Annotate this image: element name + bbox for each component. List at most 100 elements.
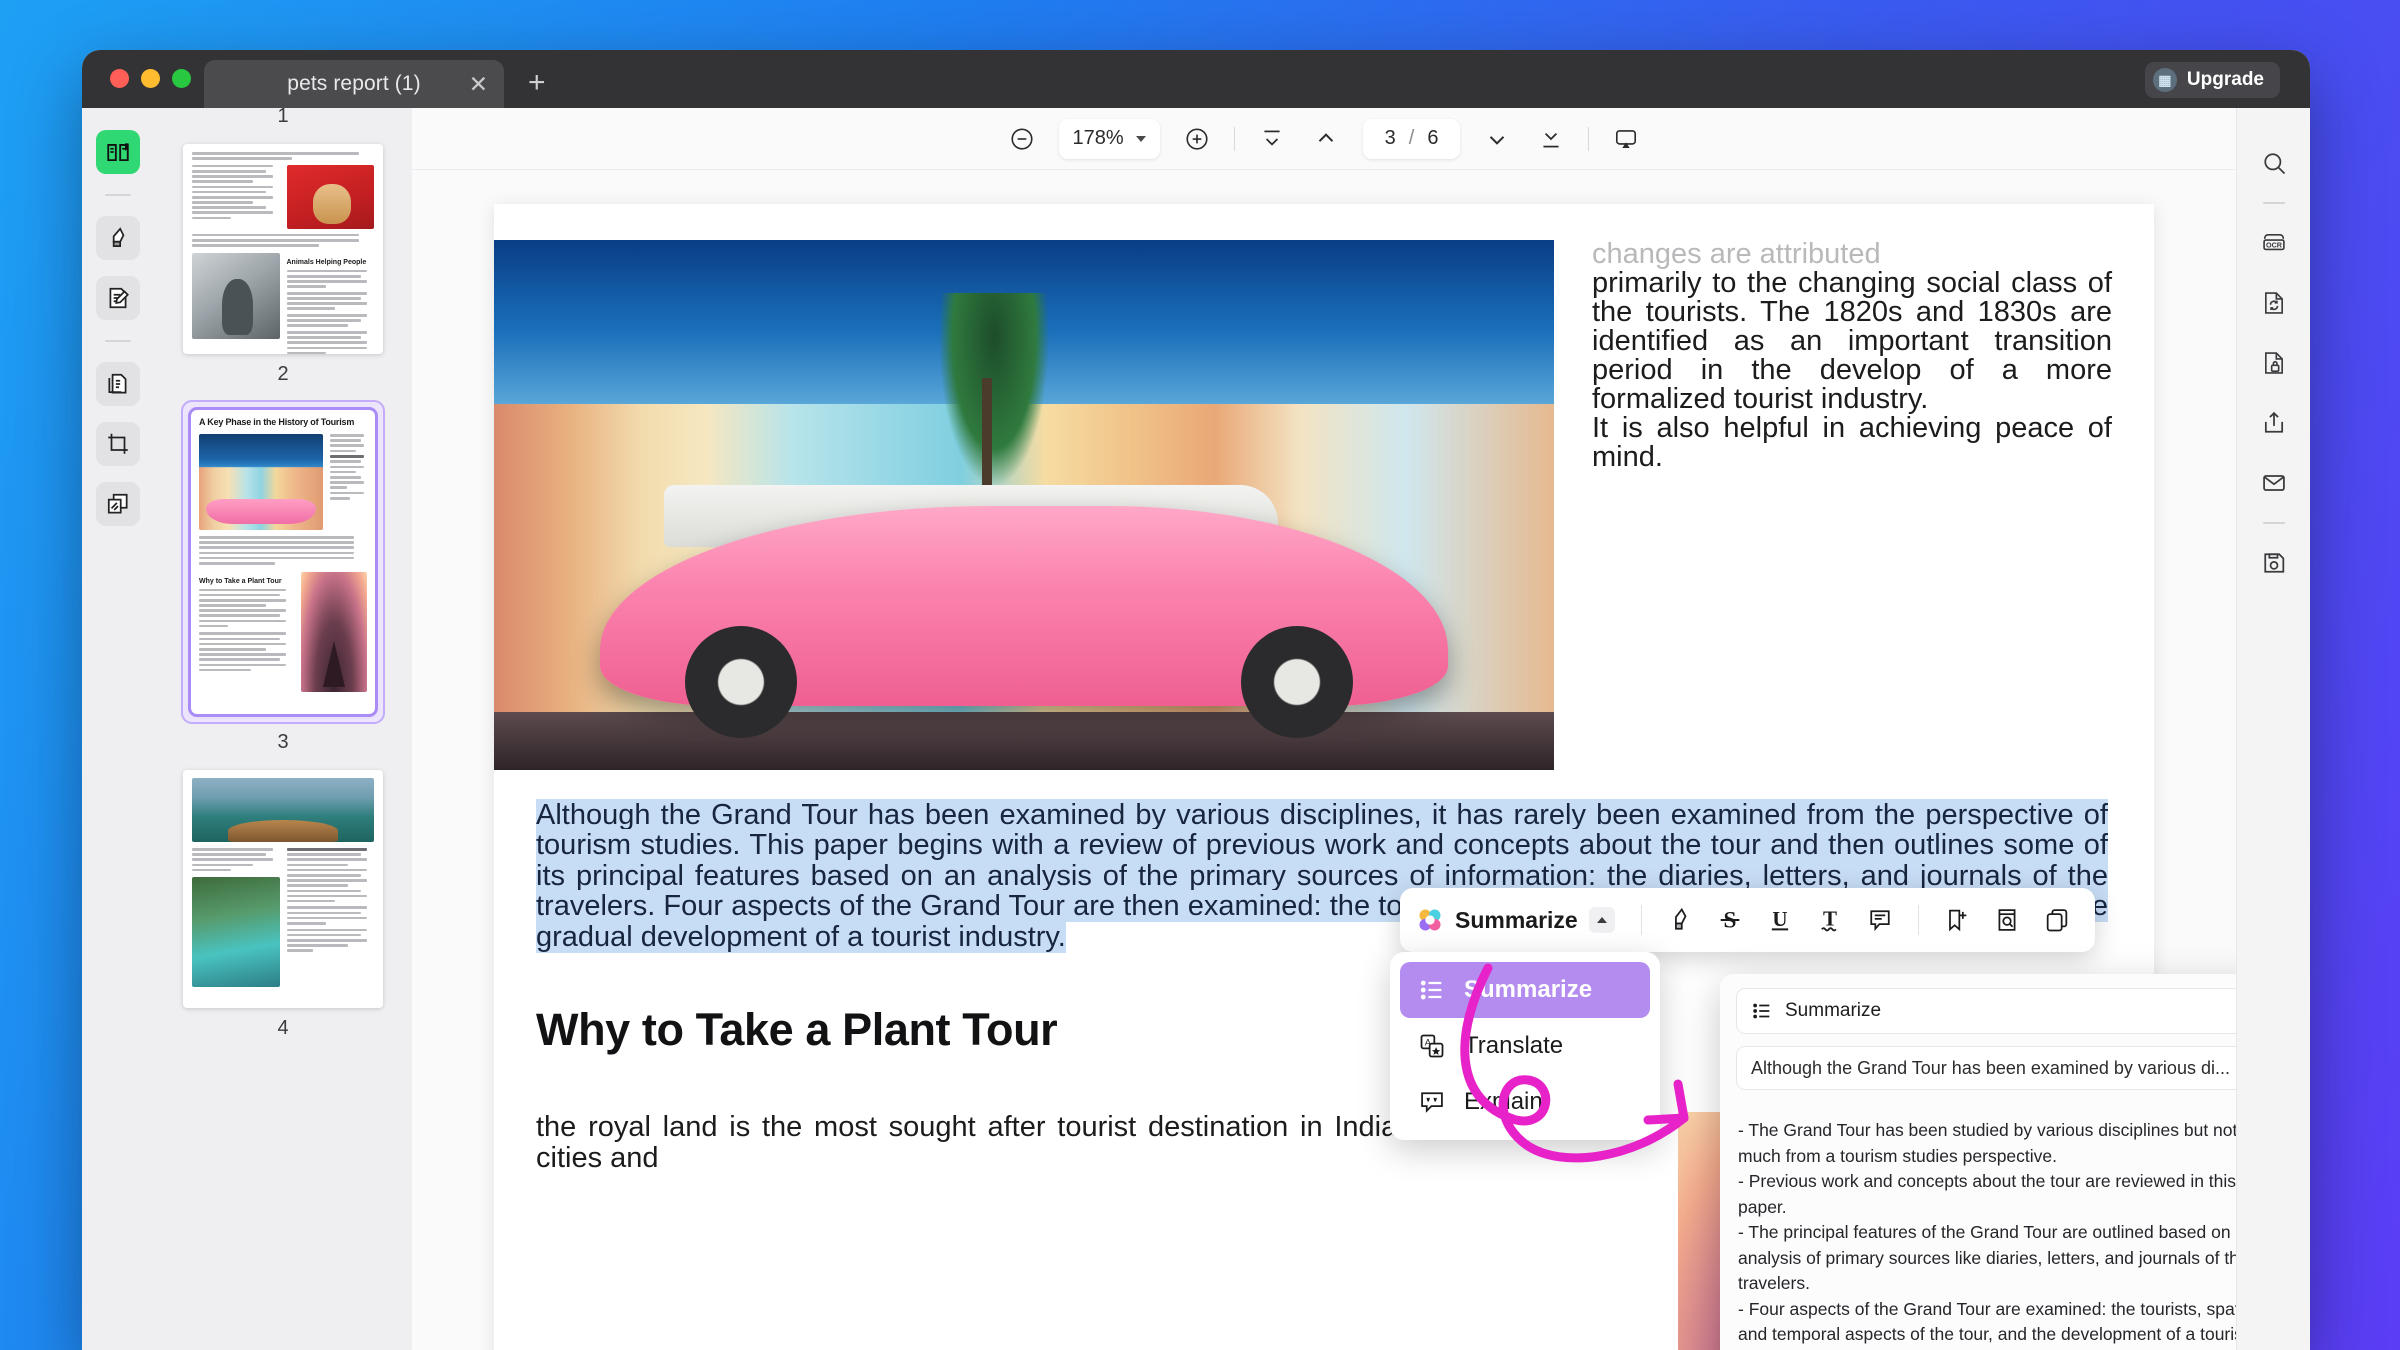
bookmark-button[interactable] [1935, 898, 1979, 942]
ai-menu-item-summarize[interactable]: Summarize [1400, 962, 1650, 1018]
protect-tool-button[interactable] [2253, 342, 2295, 384]
page-top-section: changes are attributed primarily to the … [494, 240, 2154, 770]
sidebar-item-compress-tool[interactable] [96, 482, 140, 526]
share-tool-button[interactable] [2253, 402, 2295, 444]
page-indicator[interactable]: 3 / 6 [1362, 118, 1461, 159]
save-icon [2263, 553, 2284, 573]
chevron-down-icon [1135, 135, 1146, 142]
minimize-window-button[interactable] [141, 69, 160, 88]
upgrade-button[interactable]: ▦ Upgrade [2144, 62, 2280, 98]
thumbnail-number: 3 [277, 731, 289, 753]
close-icon[interactable]: ✕ [469, 72, 488, 96]
strikethrough-button[interactable]: S [1708, 898, 1752, 942]
sidebar-item-crop-tool[interactable] [96, 422, 140, 466]
first-page-button[interactable] [1255, 122, 1289, 156]
plus-circle-icon [1186, 127, 1208, 150]
search-tool-button[interactable] [2253, 142, 2295, 184]
tab-strip: pets report (1) ✕ + [204, 50, 546, 108]
underline-icon: U [1771, 907, 1788, 931]
ai-result-body: - The Grand Tour has been studied by var… [1720, 1102, 2236, 1350]
sidebar-item-organize-pages[interactable] [96, 362, 140, 406]
ai-menu-item-explain[interactable]: Explain [1400, 1074, 1650, 1130]
zoom-in-button[interactable] [1180, 122, 1214, 156]
divider [1588, 126, 1590, 151]
translate-icon: A [1420, 1034, 1444, 1058]
tab-pets-report[interactable]: pets report (1) ✕ [204, 60, 504, 108]
thumbnail-page-4[interactable] [183, 770, 383, 1008]
highlighter-icon [112, 227, 125, 247]
last-page-button[interactable] [1534, 122, 1568, 156]
ai-menu-label: Translate [1464, 1032, 1564, 1059]
thumbnail-page-3[interactable]: A Key Phase in the History of Tourism Wh… [188, 407, 378, 717]
zoom-value: 178% [1072, 127, 1124, 149]
divider [105, 194, 131, 196]
current-page: 3 [1384, 127, 1396, 149]
thumbnail-item-2[interactable]: Animals Helping People 2 [154, 144, 412, 402]
total-pages: 6 [1427, 127, 1439, 149]
book-icon [107, 143, 129, 162]
caret-up-icon[interactable] [1588, 907, 1615, 933]
copy-icon [2046, 909, 2067, 932]
underline-button[interactable]: U [1758, 898, 1802, 942]
svg-text:OCR: OCR [2265, 240, 2282, 249]
maximize-window-button[interactable] [172, 69, 191, 88]
crop-icon [108, 433, 128, 454]
highlighter-button[interactable] [1658, 898, 1702, 942]
right-column-paragraph-2: It is also helpful in achieving peace of… [1592, 412, 2112, 473]
sidebar-item-edit-tool[interactable] [96, 276, 140, 320]
document-canvas[interactable]: changes are attributed primarily to the … [412, 170, 2236, 1350]
comment-button[interactable] [1858, 898, 1902, 942]
compress-icon [107, 493, 128, 514]
next-page-icon [1490, 135, 1505, 145]
lookup-button[interactable] [1985, 898, 2029, 942]
search-document-icon [1998, 909, 2016, 931]
minus-circle-icon [1010, 127, 1033, 150]
zoom-out-button[interactable] [1005, 122, 1039, 156]
squiggly-button[interactable]: T [1808, 898, 1852, 942]
presentation-mode-button[interactable] [1609, 122, 1643, 156]
copy-button[interactable] [2035, 898, 2079, 942]
close-window-button[interactable] [110, 69, 129, 88]
list-icon [1753, 1003, 1770, 1019]
squiggly-text-icon: T [1820, 906, 1837, 932]
ai-source-text-input[interactable]: Although the Grand Tour has been examine… [1736, 1046, 2236, 1090]
ai-menu-item-translate[interactable]: A Translate [1400, 1018, 1650, 1074]
ai-menu-label: Summarize [1464, 976, 1593, 1003]
thumbnail-item-4[interactable]: 4 [154, 770, 412, 1056]
cuba-street-photo [494, 240, 1554, 770]
save-tool-button[interactable] [2253, 542, 2295, 584]
ocr-tool-button[interactable]: OCR [2253, 222, 2295, 264]
next-page-button[interactable] [1480, 122, 1514, 156]
thumbnail-item-1[interactable]: 1 [154, 108, 412, 144]
ai-menu-label: Explain [1464, 1088, 1543, 1115]
ocr-icon: OCR [2262, 234, 2285, 251]
divider [1917, 905, 1919, 935]
sidebar-item-reader-mode[interactable] [96, 130, 140, 174]
app-body: 1 Animals Helping People 2 A Key Phase i… [82, 108, 2310, 1350]
zoom-level-select[interactable]: 178% [1058, 118, 1160, 159]
thumbnail-number: 1 [277, 108, 289, 127]
thumbnail-number: 2 [277, 363, 289, 385]
strikethrough-icon: S [1720, 908, 1740, 934]
ai-flower-icon [1416, 906, 1444, 934]
sidebar-item-highlight-tool[interactable] [96, 216, 140, 260]
ai-action-menu: Summarize A Translate Explain [1390, 952, 1660, 1140]
svg-text:T: T [1823, 906, 1837, 930]
thumbnail-page-2[interactable]: Animals Helping People [183, 144, 383, 354]
explain-icon [1421, 1092, 1443, 1113]
convert-tool-button[interactable] [2253, 282, 2295, 324]
ai-summarize-button[interactable]: Summarize [1416, 906, 1625, 934]
thumbnail-panel[interactable]: 1 Animals Helping People 2 A Key Phase i… [154, 108, 412, 1350]
ai-mode-select[interactable]: Summarize [1736, 988, 2236, 1034]
thumbnail-item-3[interactable]: A Key Phase in the History of Tourism Wh… [154, 400, 412, 770]
divider [2262, 202, 2285, 204]
email-tool-button[interactable] [2253, 462, 2295, 504]
last-page-icon [1543, 132, 1560, 147]
previous-page-button[interactable] [1309, 122, 1343, 156]
plus-icon[interactable]: + [528, 68, 546, 98]
bottom-paragraph: the royal land is the most sought after … [536, 1111, 1642, 1174]
right-column-paragraph: primarily to the changing social class o… [1592, 267, 2112, 415]
list-icon [1420, 980, 1442, 1000]
divider [1233, 126, 1235, 151]
comment-icon [1870, 910, 1890, 932]
